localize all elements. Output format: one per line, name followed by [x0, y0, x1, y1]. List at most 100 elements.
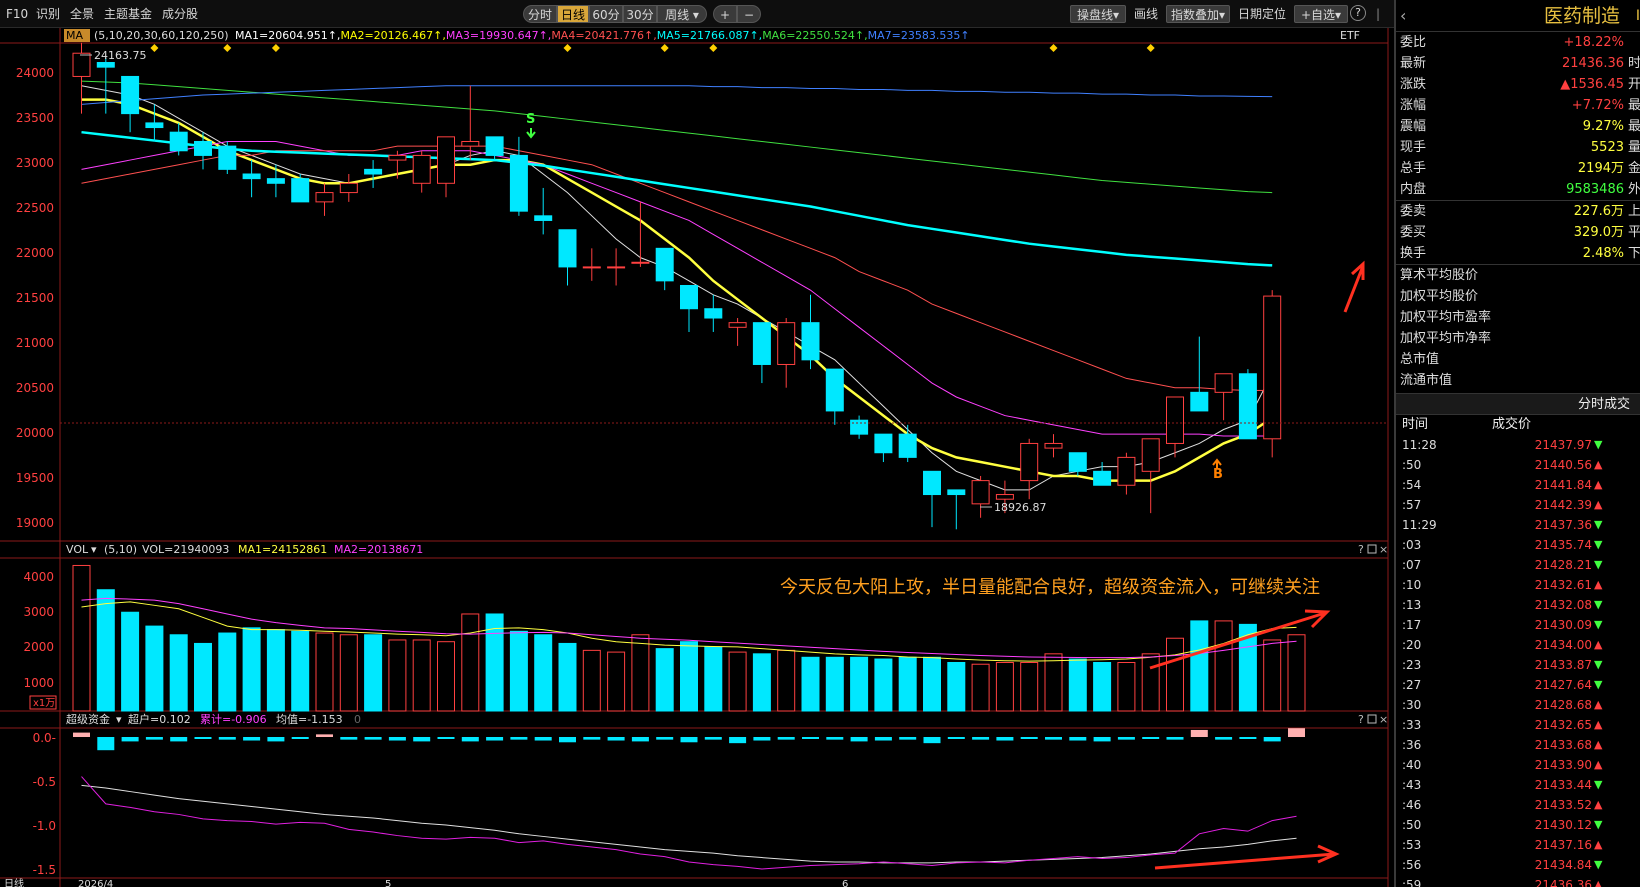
chart-area: 24000 23500 23000 22500 22000 21500 2100…	[0, 28, 1394, 887]
period-30min[interactable]: 30分	[623, 5, 657, 23]
trading-line-dropdown[interactable]: 操盘线▾	[1070, 5, 1126, 23]
trade-direction: ▼	[1594, 538, 1603, 551]
close-icon[interactable]: ×	[1379, 543, 1388, 556]
chevron-left-icon[interactable]: ‹	[1400, 0, 1406, 32]
period-60min[interactable]: 60分	[589, 5, 623, 23]
add-watchlist-dropdown[interactable]: +自选▾	[1294, 5, 1348, 23]
identify-button[interactable]: 识别	[36, 5, 60, 23]
zoom-in-button[interactable]: +	[713, 5, 737, 23]
trade-price: 21435.74	[1534, 538, 1592, 552]
volume-bar	[412, 639, 431, 712]
index-overlay-dropdown[interactable]: 指数叠加▾	[1166, 5, 1230, 23]
zoom-out-button[interactable]: −	[737, 5, 761, 23]
volume-bar	[947, 661, 966, 712]
y-tick: 23500	[16, 111, 54, 125]
trade-price: 21432.08	[1534, 598, 1592, 612]
ma-value: MA6=22550.524↑,	[762, 29, 867, 42]
fund-bar	[1142, 737, 1160, 739]
draw-line-button[interactable]: 画线	[1134, 5, 1158, 23]
fund-bar	[1239, 737, 1257, 739]
help-icon[interactable]: ?	[1358, 713, 1364, 726]
stats-menu-item[interactable]: 加权平均市盈率	[1396, 307, 1640, 328]
period-weekly[interactable]: 周线 ▾	[657, 5, 707, 23]
trade-row: :50 21430.12 ▼	[1396, 815, 1640, 835]
stats-menu-item[interactable]: 加权平均市净率	[1396, 328, 1640, 349]
fund-bar	[972, 737, 990, 740]
trade-time: 11:28	[1402, 438, 1437, 452]
quote-row: 委卖 227.6万上	[1396, 201, 1640, 222]
date-locate-button[interactable]: 日期定位	[1238, 5, 1286, 23]
date-label: 5	[385, 879, 391, 887]
quote-row: 委买 329.0万平	[1396, 222, 1640, 243]
trade-row: :56 21434.84 ▼	[1396, 855, 1640, 875]
trade-price: 21437.36	[1534, 518, 1592, 532]
fund-y-tick: -1.0	[33, 819, 56, 833]
trade-price: 21428.21	[1534, 558, 1592, 572]
trade-price: 21428.68	[1534, 698, 1592, 712]
help-icon[interactable]: ?	[1350, 5, 1366, 21]
ma-values: MA1=20604.951↑,MA2=20126.467↑,MA3=19930.…	[235, 29, 970, 42]
theme-fund-button[interactable]: 主题基金	[104, 5, 152, 23]
fund-bar	[1288, 728, 1305, 737]
overview-button[interactable]: 全景	[70, 5, 94, 23]
toolbar: F10 识别 全景 主题基金 成分股 分时 日线 60分 30分 周线 ▾ + …	[0, 0, 1394, 28]
volume-bar	[364, 634, 383, 712]
fund-bar	[316, 734, 333, 737]
stats-menu-item[interactable]: 加权平均股价	[1396, 286, 1640, 307]
quote-extra: 最	[1628, 98, 1640, 113]
volume-bar	[558, 642, 577, 712]
y-tick: 22500	[16, 201, 54, 215]
chevron-down-icon: ▾	[692, 8, 699, 22]
volume-bar	[1093, 661, 1112, 712]
trade-time: :03	[1402, 538, 1422, 552]
quote-list: 委比 +18.22% 最新 21436.36 时涨跌 ▲1536.45 开涨幅 +7.72% 最…	[1396, 32, 1640, 200]
volume-bar	[266, 629, 285, 712]
fund-bar	[559, 737, 576, 743]
unit-label: x1万	[33, 698, 55, 709]
security-extra: I	[1635, 8, 1640, 24]
fund-bar	[486, 737, 504, 741]
period-daily[interactable]: 日线	[557, 5, 589, 23]
quote-extra: 时	[1628, 56, 1640, 71]
trade-row: :07 21428.21 ▼	[1396, 555, 1640, 575]
fund-y-tick: -1.5	[33, 863, 56, 877]
trade-row: :03 21435.74 ▼	[1396, 535, 1640, 555]
stats-menu-item[interactable]: 算术平均股价	[1396, 265, 1640, 286]
fund-bar	[656, 737, 674, 740]
trade-row: :50 21440.56 ▲	[1396, 455, 1640, 475]
help-icon[interactable]: ?	[1358, 543, 1364, 556]
trades-columns: 时间 成交价	[1396, 415, 1640, 435]
trade-direction: ▲	[1594, 578, 1603, 591]
stats-menu-item[interactable]: 总市值	[1396, 349, 1640, 370]
period-intraday[interactable]: 分时	[523, 5, 557, 23]
volume-bar	[680, 641, 698, 712]
fund-label[interactable]: 超级资金	[66, 712, 110, 726]
volume-bar	[1214, 620, 1233, 712]
fund-bar	[1045, 737, 1062, 740]
stats-menu-item[interactable]: 流通市值	[1396, 370, 1640, 391]
fund-bar	[510, 737, 528, 740]
fund-bar	[1190, 729, 1208, 737]
trade-direction: ▼	[1594, 858, 1603, 871]
volume-bar	[72, 564, 91, 712]
trade-direction: ▲	[1594, 838, 1603, 851]
components-button[interactable]: 成分股	[162, 5, 198, 23]
quote-key: 总手	[1400, 161, 1427, 176]
quote-row: 换手 2.48% 下	[1396, 243, 1640, 264]
f10-button[interactable]: F10	[6, 5, 28, 23]
trade-time: :40	[1402, 758, 1422, 772]
volume-bar	[923, 656, 941, 712]
volume-bar	[509, 630, 528, 712]
fund-bar	[534, 737, 552, 741]
fund-y-tick: -0.5	[33, 775, 56, 789]
trade-price: 21427.64	[1534, 678, 1592, 692]
vol-label[interactable]: VOL	[66, 543, 89, 556]
quote-value: ▲1536.45	[1560, 77, 1624, 92]
close-icon[interactable]: ×	[1379, 713, 1388, 726]
pin-icon[interactable]: |	[1376, 5, 1380, 23]
trade-time: :56	[1402, 858, 1422, 872]
volume-bar	[728, 651, 747, 712]
chevron-down-icon: ▾	[1112, 8, 1120, 22]
trade-time: :20	[1402, 638, 1422, 652]
fund-bar	[413, 737, 431, 742]
